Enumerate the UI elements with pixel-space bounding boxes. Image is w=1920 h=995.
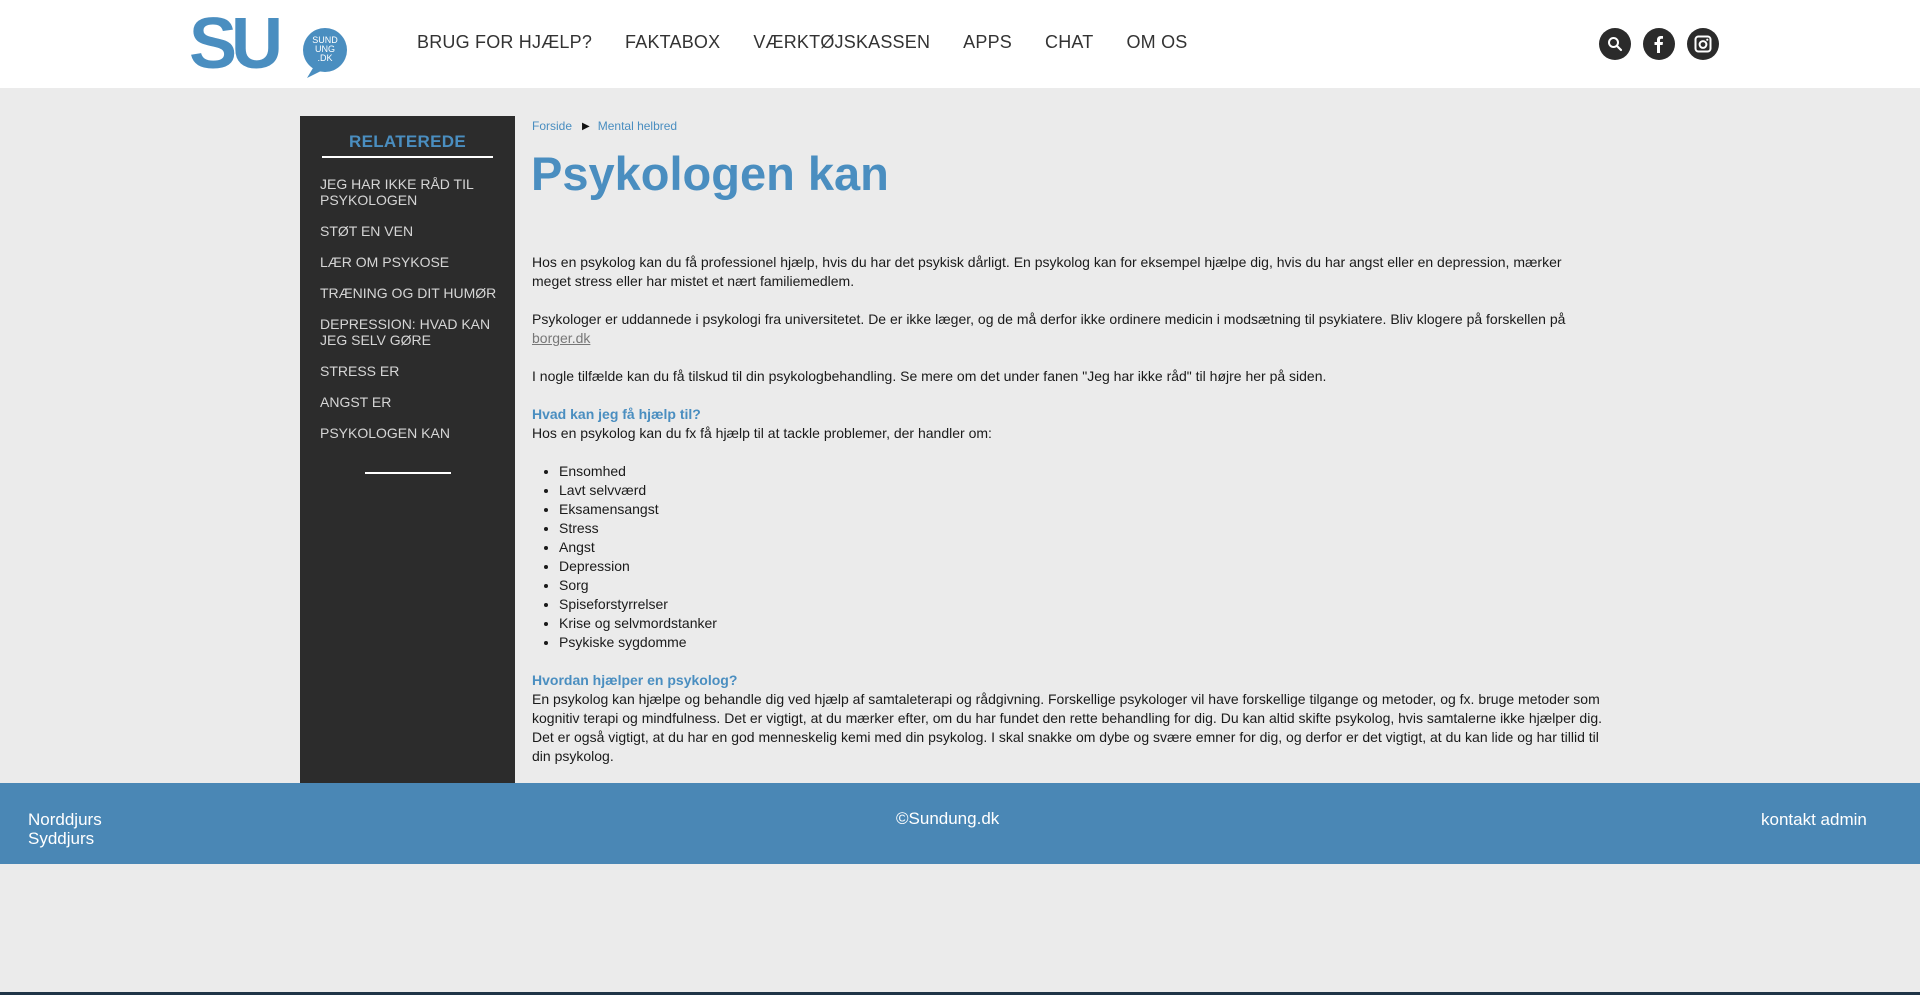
nav-om-os[interactable]: OM OS (1126, 32, 1187, 53)
sundung-logo[interactable]: SU SUND UNG .DK (189, 10, 349, 78)
sidebar-item-depression[interactable]: DEPRESSION: HVAD KAN JEG SELV GØRE (320, 316, 500, 348)
paragraph-psykologer: Psykologer er uddannede i psykologi fra … (532, 310, 1602, 348)
list-item: Angst (559, 538, 1602, 557)
list-item: Eksamensangst (559, 500, 1602, 519)
sidebar-list: JEG HAR IKKE RÅD TIL PSYKOLOGEN STØT EN … (320, 176, 500, 456)
sidebar-divider-bottom (365, 472, 451, 474)
footer-copyright: ©Sundung.dk (896, 809, 1000, 828)
heading-hvad-kan-jeg: Hvad kan jeg få hjælp til? (532, 406, 701, 422)
facebook-button[interactable] (1643, 28, 1675, 60)
borger-dk-link[interactable]: borger.dk (532, 330, 590, 346)
paragraph-psykologer-text: Psykologer er uddannede i psykologi fra … (532, 311, 1566, 327)
nav-vaerktojskassen[interactable]: VÆRKTØJSKASSEN (753, 32, 930, 53)
facebook-icon (1654, 36, 1663, 53)
breadcrumb-forside[interactable]: Forside (532, 119, 572, 133)
main-nav: BRUG FOR HJÆLP? FAKTABOX VÆRKTØJSKASSEN … (417, 32, 1187, 53)
list-item: Lavt selvværd (559, 481, 1602, 500)
list-item: Psykiske sygdomme (559, 633, 1602, 652)
sidebar-item-psykologen-kan[interactable]: PSYKOLOGEN KAN (320, 425, 500, 441)
problem-list: Ensomhed Lavt selvværd Eksamensangst Str… (559, 462, 1602, 652)
list-item: Depression (559, 557, 1602, 576)
paragraph-behandling: En psykolog kan hjælpe og behandle dig v… (532, 691, 1603, 764)
footer-contact-admin[interactable]: kontakt admin (1761, 810, 1867, 830)
instagram-button[interactable] (1687, 28, 1719, 60)
footer-region-syddjurs[interactable]: Syddjurs (28, 829, 102, 848)
sidebar-item-stoet-en-ven[interactable]: STØT EN VEN (320, 223, 500, 239)
paragraph-problemer: Hos en psykolog kan du fx få hjælp til a… (532, 425, 992, 441)
instagram-icon (1694, 35, 1712, 53)
svg-text:.DK: .DK (317, 53, 332, 63)
page-bottom-area (0, 864, 1920, 995)
sidebar-item-ikke-raad[interactable]: JEG HAR IKKE RÅD TIL PSYKOLOGEN (320, 176, 500, 208)
list-item: Sorg (559, 576, 1602, 595)
sidebar-title: RELATEREDE (349, 132, 466, 151)
paragraph-tilskud: I nogle tilfælde kan du få tilskud til d… (532, 368, 1327, 384)
search-button[interactable] (1599, 28, 1631, 60)
nav-apps[interactable]: APPS (963, 32, 1012, 53)
nav-brug-for-hjaelp[interactable]: BRUG FOR HJÆLP? (417, 32, 592, 53)
site-header: SU SUND UNG .DK BRUG FOR HJÆLP? FAKTABOX… (0, 0, 1920, 88)
article-body: Hos en psykolog kan du få professionel h… (532, 253, 1602, 766)
sidebar-item-angst[interactable]: ANGST ER (320, 394, 500, 410)
sidebar-item-stress[interactable]: STRESS ER (320, 363, 500, 379)
breadcrumb-arrow-icon: ▶ (582, 120, 590, 132)
sidebar-item-psykose[interactable]: LÆR OM PSYKOSE (320, 254, 500, 270)
search-icon (1608, 37, 1623, 52)
list-item: Stress (559, 519, 1602, 538)
sidebar-divider-top (322, 156, 493, 158)
list-item: Spiseforstyrrelser (559, 595, 1602, 614)
sidebar-item-traening[interactable]: TRÆNING OG DIT HUMØR (320, 285, 500, 301)
breadcrumb-mental-helbred[interactable]: Mental helbred (598, 119, 677, 133)
list-item: Krise og selvmordstanker (559, 614, 1602, 633)
paragraph-intro: Hos en psykolog kan du få professionel h… (532, 254, 1562, 289)
page-title: Psykologen kan (531, 147, 889, 200)
nav-faktabox[interactable]: FAKTABOX (625, 32, 720, 53)
list-item: Ensomhed (559, 462, 1602, 481)
heading-hvordan-hjaelper: Hvordan hjælper en psykolog? (532, 672, 738, 688)
related-sidebar: RELATEREDE JEG HAR IKKE RÅD TIL PSYKOLOG… (300, 116, 515, 783)
svg-text:SU: SU (189, 10, 279, 78)
footer-regions: Norddjurs Syddjurs (28, 810, 102, 848)
site-footer: Norddjurs Syddjurs ©Sundung.dk kontakt a… (0, 783, 1920, 864)
footer-region-norddjurs[interactable]: Norddjurs (28, 810, 102, 829)
breadcrumb: Forside ▶ Mental helbred (532, 119, 677, 133)
nav-chat[interactable]: CHAT (1045, 32, 1093, 53)
